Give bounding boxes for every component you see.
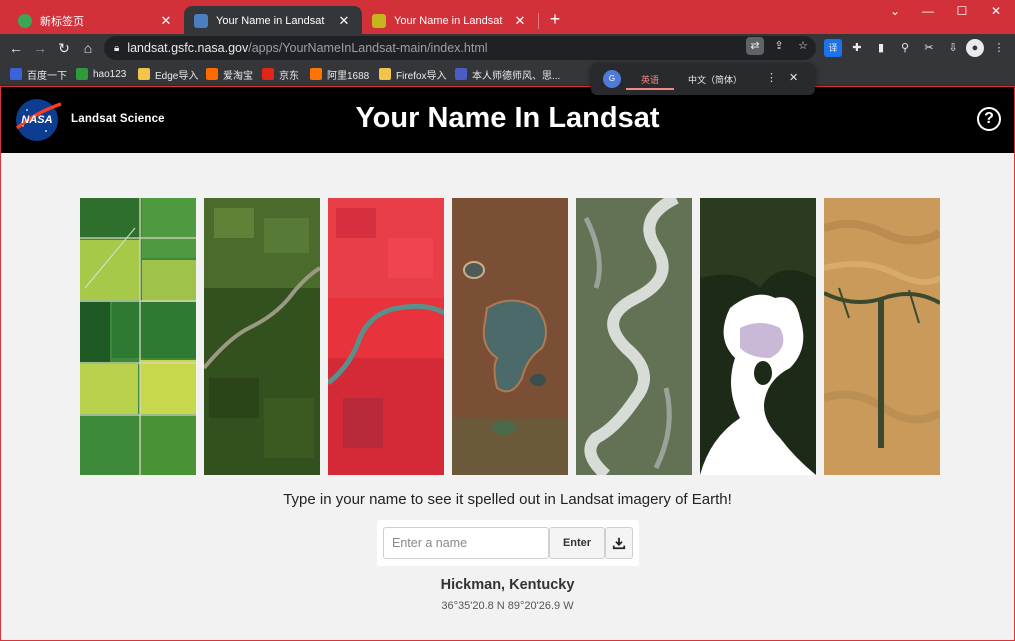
- search-icon[interactable]: ⚲: [896, 39, 914, 57]
- download-button[interactable]: [605, 527, 633, 559]
- alibaba-icon: [310, 68, 322, 80]
- forward-button[interactable]: →: [30, 38, 50, 58]
- minimize-button[interactable]: —: [911, 0, 945, 24]
- letter-image-red-river: [328, 198, 444, 475]
- site-icon: [455, 68, 467, 80]
- translate-source-lang[interactable]: 英语: [641, 73, 659, 86]
- letter-image-desert-dunes: [824, 198, 940, 475]
- tab-search-chevron-icon[interactable]: ⌄: [878, 0, 912, 24]
- folder-icon: [138, 68, 150, 80]
- tab-new-tab[interactable]: 新标签页 ✕: [8, 6, 184, 36]
- landsat-letter-images: [80, 198, 940, 475]
- help-icon[interactable]: ?: [977, 107, 1001, 131]
- reload-button[interactable]: ↻: [54, 38, 74, 58]
- location-name: Hickman, Kentucky: [440, 577, 575, 593]
- bookmark-star-icon[interactable]: ☆: [794, 37, 812, 55]
- close-window-button[interactable]: ✕: [979, 0, 1013, 24]
- scissors-icon[interactable]: ✂: [920, 39, 938, 57]
- bookmark-hao123[interactable]: hao123: [76, 66, 126, 82]
- bookmark-baidu[interactable]: 百度一下: [10, 66, 67, 82]
- share-icon[interactable]: ⇪: [770, 37, 788, 55]
- location-coordinates: 36°35'20.8 N 89°20'26.9 W: [441, 600, 574, 612]
- profile-avatar-icon[interactable]: ●: [966, 39, 984, 57]
- landsat-favicon-icon: [194, 14, 208, 28]
- translate-icon[interactable]: ⇄: [746, 37, 764, 55]
- bookmark-shide-shifeng[interactable]: 本人师德师风、思...: [455, 66, 560, 82]
- tab-your-name-in-landsat[interactable]: Your Name in Landsat ✕: [362, 6, 538, 36]
- extensions-puzzle-icon[interactable]: ✚: [848, 39, 866, 57]
- tab-your-name-in-landsat-active[interactable]: Your Name in Landsat ✕: [184, 6, 362, 36]
- bookmark-jd[interactable]: 京东: [262, 66, 299, 82]
- letter-image-river-forest: [204, 198, 320, 475]
- tab-title: Your Name in Landsat: [394, 15, 503, 27]
- name-input-group: Enter: [377, 520, 639, 566]
- home-button[interactable]: ⌂: [78, 38, 98, 58]
- letter-image-dry-lake: [452, 198, 568, 475]
- letter-image-ice-patches: [700, 198, 816, 475]
- close-tab-icon[interactable]: ✕: [336, 13, 352, 29]
- url-text: landsat.gsfc.nasa.gov/apps/YourNameInLan…: [127, 41, 488, 55]
- bookmark-aitaobao[interactable]: 爱淘宝: [206, 66, 253, 82]
- letter-image-field-grid: [80, 198, 196, 475]
- tab-favicon-icon: [18, 14, 32, 28]
- menu-kebab-icon[interactable]: ⋮: [990, 39, 1008, 57]
- name-input[interactable]: [383, 527, 549, 559]
- instruction-text: Type in your name to see it spelled out …: [283, 491, 732, 508]
- letter-image-winding-river: [576, 198, 692, 475]
- folder-icon: [379, 68, 391, 80]
- address-bar[interactable]: 🔒︎ landsat.gsfc.nasa.gov/apps/YourNameIn…: [104, 36, 816, 60]
- browser-titlebar: 新标签页 ✕ Your Name in Landsat ✕ Your Name …: [0, 0, 1015, 36]
- translator-extension-icon[interactable]: 译: [824, 39, 842, 57]
- download-icon: [612, 537, 626, 550]
- site-header: NASA Landsat Science Your Name In Landsa…: [1, 87, 1014, 153]
- bookmark-firefox-import[interactable]: Firefox导入: [379, 66, 447, 82]
- web-page: NASA Landsat Science Your Name In Landsa…: [1, 87, 1014, 640]
- tab-title: Your Name in Landsat: [216, 15, 325, 27]
- close-tab-icon[interactable]: ✕: [512, 13, 528, 29]
- back-button[interactable]: ←: [6, 38, 26, 58]
- browser-toolbar: ← → ↻ ⌂ 🔒︎ landsat.gsfc.nasa.gov/apps/Yo…: [0, 34, 1015, 62]
- lock-icon: 🔒︎: [114, 42, 120, 54]
- new-tab-button[interactable]: +: [545, 9, 565, 29]
- close-translate-icon[interactable]: ✕: [789, 71, 798, 84]
- maximize-button[interactable]: ☐: [945, 0, 979, 24]
- jd-icon: [262, 68, 274, 80]
- enter-button[interactable]: Enter: [549, 527, 605, 559]
- translate-popup: G 英语 中文（简体） ⋮ ✕: [591, 63, 815, 95]
- active-lang-underline: [626, 88, 674, 90]
- page-title: Your Name In Landsat: [355, 102, 660, 134]
- bookmarks-bar: 百度一下 hao123 Edge导入 爱淘宝 京东 阿里1688 Firefox…: [0, 62, 1015, 86]
- bookmark-edge-import[interactable]: Edge导入: [138, 66, 198, 82]
- close-tab-icon[interactable]: ✕: [158, 13, 174, 29]
- translate-target-lang[interactable]: 中文（简体）: [688, 73, 742, 86]
- hao123-icon: [76, 68, 88, 80]
- side-panel-icon[interactable]: ▮: [872, 39, 890, 57]
- tab-separator: [538, 13, 539, 29]
- google-translate-icon: G: [603, 70, 621, 88]
- bookmark-1688[interactable]: 阿里1688: [310, 66, 369, 82]
- downloads-icon[interactable]: ⇩: [944, 39, 962, 57]
- paw-icon: [10, 68, 22, 80]
- tab-title: 新标签页: [40, 16, 84, 28]
- landsat-favicon-icon: [372, 14, 386, 28]
- translate-options-icon[interactable]: ⋮: [766, 71, 777, 84]
- taobao-icon: [206, 68, 218, 80]
